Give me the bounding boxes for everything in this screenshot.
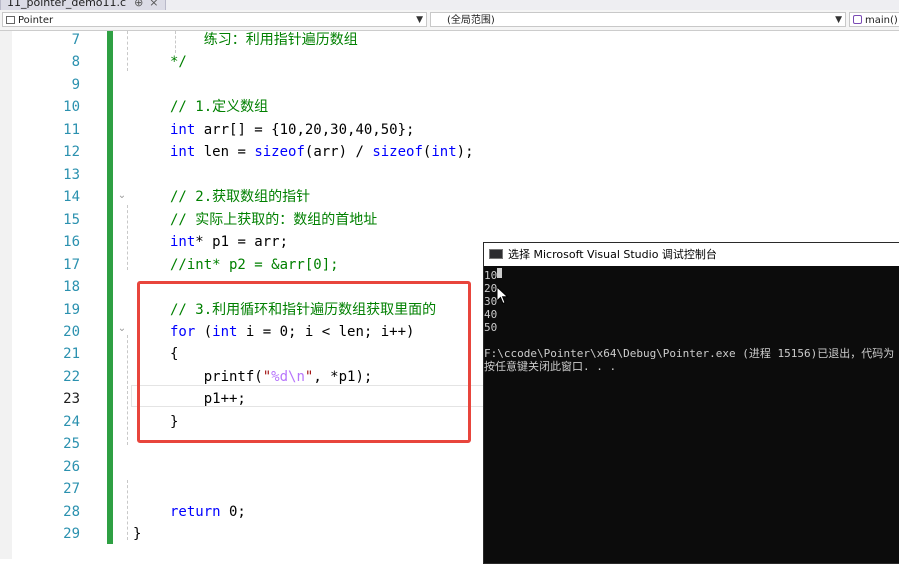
project-icon (6, 16, 15, 24)
line-number: 27 (63, 481, 80, 498)
line-number: 26 (63, 458, 80, 475)
line-number: 20 (63, 323, 80, 340)
line-number: 7 (71, 32, 80, 48)
method-icon (853, 15, 862, 24)
console-line: 50 (484, 321, 498, 334)
member-label: main() (865, 15, 898, 26)
debug-console-window[interactable]: 选择 Microsoft Visual Studio 调试控制台 10 20 30 4… (483, 242, 899, 564)
code-line[interactable]: int* p1 = arr; (170, 231, 288, 253)
line-number: 10 (63, 99, 80, 116)
line-number: 19 (63, 301, 80, 318)
tab-strip: 11_pointer_demo11.c ⊕ × (0, 0, 899, 10)
code-line[interactable]: return 0; (170, 501, 246, 523)
project-dropdown[interactable]: Pointer ▼ (2, 12, 427, 27)
pin-icon[interactable]: ⊕ (134, 0, 143, 9)
fold-icon[interactable]: ⌄ (117, 191, 127, 201)
line-number: 8 (71, 54, 80, 71)
console-icon (489, 249, 503, 259)
scope-dropdown[interactable]: (全局范围) ▼ (430, 12, 846, 27)
tab-file[interactable]: 11_pointer_demo11.c ⊕ × (0, 0, 166, 10)
change-indicator-bar (107, 31, 113, 544)
line-number: 9 (71, 76, 80, 93)
line-number: 17 (63, 256, 80, 273)
line-number: 12 (63, 144, 80, 161)
console-title: 选择 Microsoft Visual Studio 调试控制台 (508, 248, 717, 261)
indent-guide (127, 205, 128, 270)
close-icon[interactable]: × (149, 0, 158, 9)
tab-label: 11_pointer_demo11.c (7, 0, 127, 9)
indent-guide (127, 335, 128, 445)
code-line[interactable]: } (133, 523, 141, 545)
console-line: F:\ccode\Pointer\x64\Debug\Pointer.exe (… (484, 347, 895, 360)
code-line[interactable]: int arr[] = {10,20,30,40,50}; (170, 119, 414, 141)
navigation-bar: Pointer ▼ (全局范围) ▼ main() (0, 10, 899, 31)
indent-guide (127, 480, 128, 540)
console-cursor (497, 268, 502, 278)
code-line[interactable]: // 2.获取数组的指针 (170, 186, 310, 208)
chevron-down-icon: ▼ (416, 15, 423, 25)
console-titlebar[interactable]: 选择 Microsoft Visual Studio 调试控制台 (484, 243, 899, 266)
fold-icon[interactable]: ⌄ (117, 324, 127, 334)
line-number: 13 (63, 166, 80, 183)
code-line[interactable]: */ (170, 51, 187, 73)
code-line[interactable]: int len = sizeof(arr) / sizeof(int); (170, 141, 474, 163)
indent-guide (127, 31, 128, 71)
chevron-down-icon: ▼ (835, 15, 842, 25)
line-number: 22 (63, 368, 80, 385)
line-number: 21 (63, 346, 80, 363)
editor-margin (0, 31, 12, 559)
line-number: 25 (63, 436, 80, 453)
code-line[interactable]: // 1.定义数组 (170, 96, 268, 118)
line-number: 11 (63, 121, 80, 138)
console-line: 10 (484, 269, 498, 282)
member-dropdown[interactable]: main() (849, 12, 899, 27)
console-line: 40 (484, 308, 498, 321)
console-line: 按任意键关闭此窗口. . . (484, 360, 617, 373)
line-number: 28 (63, 503, 80, 520)
highlight-box (137, 281, 471, 443)
code-line[interactable]: 练习：利用指针遍历数组 (170, 29, 358, 51)
code-line[interactable]: //int* p2 = &arr[0]; (170, 254, 339, 276)
line-number: 14 (63, 189, 80, 206)
scope-label: (全局范围) (447, 15, 495, 26)
line-number: 23 (63, 391, 80, 408)
mouse-pointer-icon (496, 286, 509, 305)
line-number: 29 (63, 526, 80, 543)
project-label: Pointer (18, 15, 54, 26)
line-number: 16 (63, 234, 80, 251)
line-number: 24 (63, 413, 80, 430)
code-line[interactable]: // 实际上获取的：数组的首地址 (170, 209, 377, 231)
line-number: 18 (63, 279, 80, 296)
line-number: 15 (63, 211, 80, 228)
